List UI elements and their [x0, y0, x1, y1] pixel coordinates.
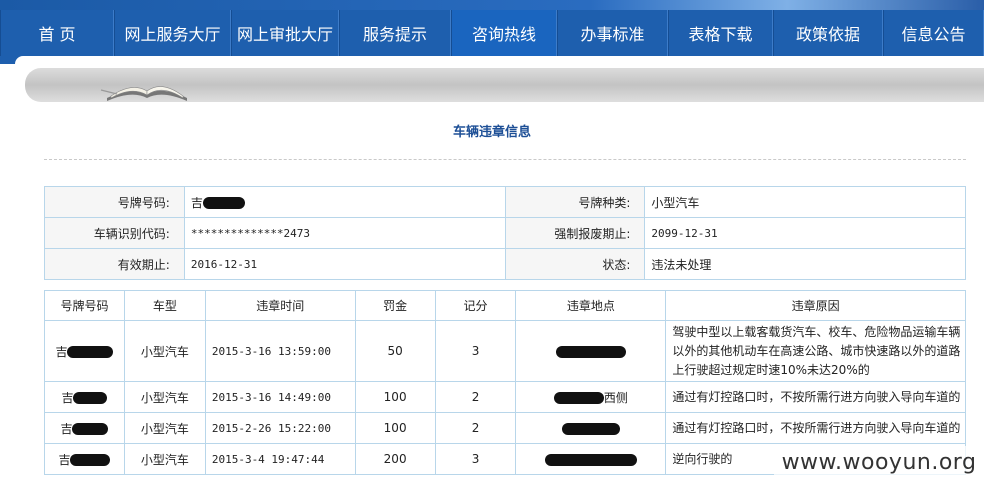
row-fine: 100: [354, 412, 436, 444]
row-place: [515, 443, 667, 475]
info-row: 号牌号码: 吉 号牌种类: 小型汽车: [44, 186, 966, 218]
valid-date-label: 有效期止:: [44, 248, 185, 280]
redaction-mark: [72, 423, 109, 435]
column-header: 号牌号码: [44, 290, 125, 321]
nav-item-3[interactable]: 服务提示: [339, 10, 451, 56]
column-header: 罚金: [354, 290, 436, 321]
row-plate: 吉: [44, 412, 125, 444]
scrap-date-label: 强制报废期止:: [504, 217, 646, 249]
row-reason: 通过有灯控路口时，不按所需行进方向驶入导向车道的: [665, 381, 966, 413]
column-header: 记分: [434, 290, 517, 321]
row-points: 3: [434, 443, 517, 475]
row-vehicle-type: 小型汽车: [123, 320, 206, 382]
row-time: 2015-2-26 15:22:00: [204, 412, 356, 444]
table-row: 吉 小型汽车 2015-2-26 15:22:00 100 2 通过有灯控路口时…: [44, 412, 966, 444]
row-vehicle-type: 小型汽车: [123, 443, 206, 475]
row-vehicle-type: 小型汽车: [123, 381, 206, 413]
nav-item-1[interactable]: 网上服务大厅: [114, 10, 231, 56]
row-place: [515, 412, 667, 444]
header-banner-strip: [0, 0, 984, 10]
row-plate: 吉: [44, 381, 125, 413]
info-row: 有效期止: 2016-12-31 状态: 违法未处理: [44, 248, 966, 280]
site-watermark: www.wooyun.org: [774, 446, 984, 478]
main-nav: 首 页网上服务大厅 网上审批大厅 服务提示 咨询热线 办事标准 表格下载 政策依据 信息公告: [0, 10, 984, 56]
row-fine: 100: [354, 381, 436, 413]
plate-type-value: 小型汽车: [644, 186, 966, 218]
nav-item-4[interactable]: 咨询热线: [451, 10, 557, 56]
redaction-mark: [553, 392, 604, 404]
redaction-mark: [73, 392, 108, 404]
vehicle-info-table: 号牌号码: 吉 号牌种类: 小型汽车 车辆识别代码: *************…: [44, 186, 966, 280]
status-value: 违法未处理: [644, 248, 966, 280]
redaction-mark: [544, 453, 637, 466]
plate-value: 吉: [183, 186, 506, 218]
redaction-mark: [70, 454, 111, 466]
row-plate: 吉: [44, 320, 125, 382]
column-header: 违章地点: [515, 290, 667, 321]
table-row: 吉 小型汽车 2015-3-16 14:49:00 100 2 西侧 通过有灯控…: [44, 381, 966, 413]
row-reason: 驾驶中型以上载客载货汽车、校车、危险物品运输车辆以外的其他机动车在高速公路、城市…: [665, 320, 966, 382]
table-header-row: 号牌号码 车型 违章时间 罚金 记分 违章地点 违章原因: [44, 290, 966, 321]
row-place: [515, 320, 667, 382]
plate-label: 号牌号码:: [44, 186, 185, 218]
page-title: 车辆违章信息: [452, 125, 531, 140]
info-row: 车辆识别代码: **************2473 强制报废期止: 2099-…: [44, 217, 966, 249]
row-place: 西侧: [515, 381, 667, 413]
row-points: 2: [434, 412, 517, 444]
row-points: 2: [434, 381, 517, 413]
nav-item-0[interactable]: 首 页: [0, 10, 114, 56]
nav-item-2[interactable]: 网上审批大厅: [231, 10, 339, 56]
vin-label: 车辆识别代码:: [44, 217, 185, 249]
column-header: 违章原因: [665, 290, 966, 321]
column-header: 违章时间: [204, 290, 356, 321]
nav-item-5[interactable]: 办事标准: [557, 10, 668, 56]
row-fine: 200: [354, 443, 436, 475]
row-time: 2015-3-4 19:47:44: [204, 443, 356, 475]
row-plate: 吉: [44, 443, 125, 475]
redaction-mark: [561, 422, 620, 435]
plate-type-label: 号牌种类:: [504, 186, 646, 218]
row-time: 2015-3-16 14:49:00: [204, 381, 356, 413]
redaction-mark: [555, 345, 626, 358]
nav-item-7[interactable]: 政策依据: [773, 10, 883, 56]
title-divider: [44, 159, 966, 160]
redaction-mark: [67, 346, 114, 358]
row-points: 3: [434, 320, 517, 382]
row-time: 2015-3-16 13:59:00: [204, 320, 356, 382]
nav-item-6[interactable]: 表格下载: [668, 10, 773, 56]
valid-date-value: 2016-12-31: [183, 248, 506, 280]
column-header: 车型: [123, 290, 206, 321]
row-reason: 通过有灯控路口时，不按所需行进方向驶入导向车道的: [665, 412, 966, 444]
vin-value: **************2473: [183, 217, 506, 249]
row-fine: 50: [354, 320, 436, 382]
status-label: 状态:: [504, 248, 646, 280]
redaction-mark: [202, 197, 245, 209]
scrap-date-value: 2099-12-31: [644, 217, 966, 249]
open-book-icon: [100, 86, 187, 101]
section-banner: [25, 68, 984, 102]
row-vehicle-type: 小型汽车: [123, 412, 206, 444]
table-row: 吉 小型汽车 2015-3-16 13:59:00 50 3 驾驶中型以上载客载…: [44, 320, 966, 382]
nav-item-8[interactable]: 信息公告: [883, 10, 984, 56]
